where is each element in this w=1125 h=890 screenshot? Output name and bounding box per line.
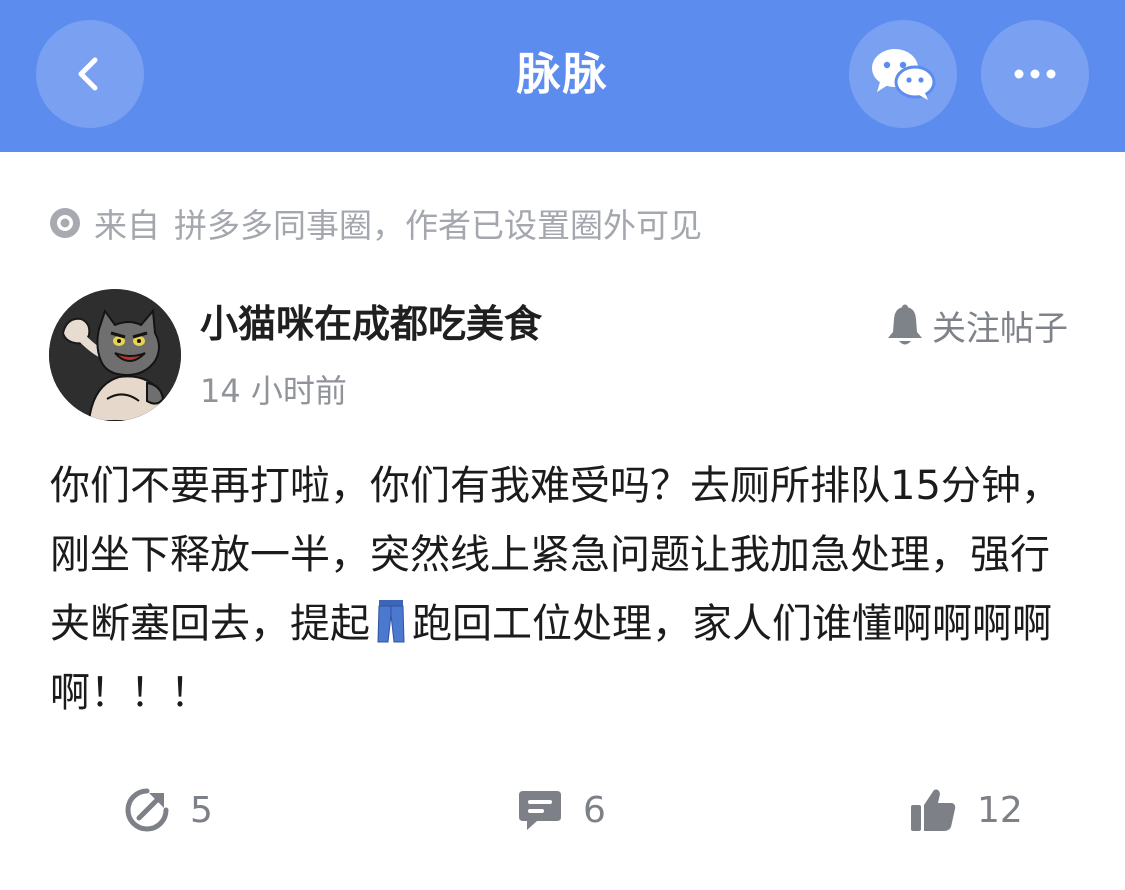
follow-post-label: 关注帖子 [932,308,1068,349]
comment-button[interactable]: 6 [517,780,606,840]
like-count: 12 [977,789,1023,831]
cartoon-cat-avatar [49,289,181,421]
source-prefix: 来自 [94,206,160,245]
follow-post-button[interactable]: 关注帖子 [886,300,1068,350]
more-dots-icon [1014,69,1056,79]
post-detail-screen: 脉脉 来自 拼多多同事圈，作者已设置圈外可见 小猫咪在成都吃美食 14 小时前 … [0,0,1125,890]
avatar[interactable] [49,289,181,421]
top-nav-bar: 脉脉 [0,0,1125,152]
share-arrow-icon [125,788,169,832]
more-options-button[interactable] [981,20,1089,128]
wechat-share-button[interactable] [849,20,957,128]
share-count: 5 [190,789,213,831]
post-content: 你们不要再打啦，你们有我难受吗？去厕所排队15分钟，刚坐下释放一半，突然线上紧急… [50,452,1080,728]
source-circle-info: 来自 拼多多同事圈，作者已设置圈外可见 [48,198,702,248]
share-button[interactable]: 5 [124,780,213,840]
post-time: 14 小时前 [200,372,347,410]
comment-count: 6 [583,789,606,831]
author-name[interactable]: 小猫咪在成都吃美食 [200,296,542,352]
jeans-icon [377,600,405,643]
radio-dot-icon [50,208,80,238]
bell-icon [888,304,922,345]
wechat-icon [872,49,936,100]
thumbs-up-icon [911,789,956,831]
source-text: 拼多多同事圈，作者已设置圈外可见 [174,206,702,245]
like-button[interactable]: 12 [909,780,1023,840]
comment-bubble-icon [519,791,561,830]
